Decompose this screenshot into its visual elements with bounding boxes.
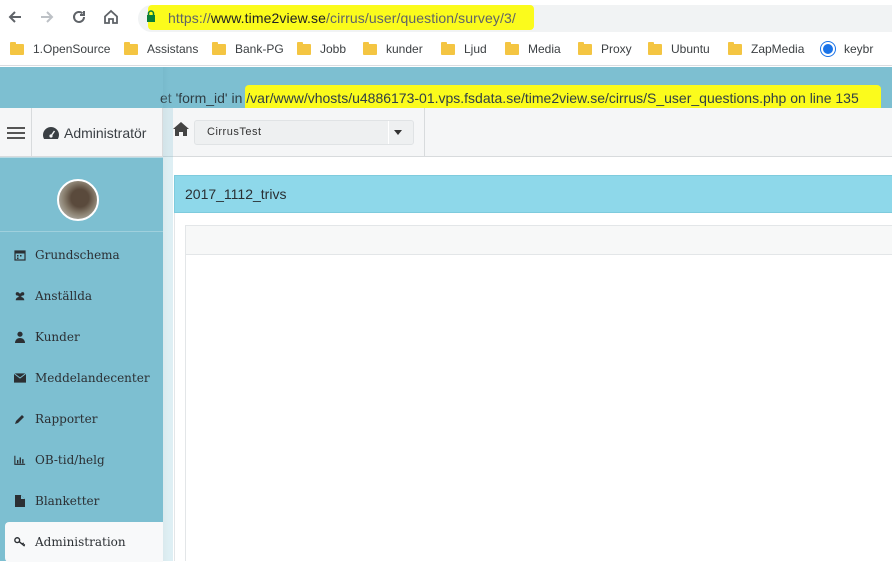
bookmark-keybr[interactable]: keybr (821, 42, 873, 56)
bookmark-jobb[interactable]: Jobb (297, 41, 347, 56)
bookmark-label: Ubuntu (671, 42, 710, 56)
user-icon (14, 331, 26, 343)
house-icon (104, 9, 118, 24)
folder-icon (728, 41, 742, 55)
php-error-message: et 'form_id' in /var/www/vhosts/u4886173… (160, 90, 859, 106)
bookmark-label: Proxy (601, 42, 632, 56)
pencil-icon (14, 413, 26, 425)
sidebar-top-strip (0, 67, 163, 108)
content-box-header (186, 226, 892, 255)
bar-chart-icon (14, 454, 26, 466)
key-icon (14, 536, 26, 548)
url-path: /cirrus/user/question/survey/3/ (326, 10, 516, 26)
folder-icon (505, 41, 519, 55)
bookmark-1-opensource[interactable]: 1.OpenSource (10, 41, 111, 56)
sidebar-item-label: Blanketter (35, 494, 100, 508)
folder-icon (441, 41, 455, 55)
home-icon (173, 122, 189, 136)
error-file-path: /var/www/vhosts/u4886173-01.vps.fsdata.s… (246, 90, 787, 106)
bookmark-ljud[interactable]: Ljud (441, 41, 487, 56)
bookmarks-bar: 1.OpenSource Assistans Bank-PG Jobb kund… (0, 35, 892, 66)
sidebar-separator (0, 157, 163, 169)
bookmark-label: Assistans (147, 42, 199, 56)
reload-button[interactable] (68, 6, 90, 28)
folder-icon (124, 41, 138, 55)
bookmark-kunder[interactable]: kunder (363, 41, 423, 56)
folder-icon (648, 41, 662, 55)
sidebar-item-label: Kunder (35, 330, 80, 344)
hamburger-icon (6, 126, 25, 139)
back-button[interactable] (4, 6, 26, 28)
bookmark-label: Jobb (320, 42, 347, 56)
company-select[interactable]: CirrusTest (194, 120, 414, 145)
sidebar-item-kunder[interactable]: Kunder (0, 317, 163, 357)
users-icon (14, 290, 26, 302)
sidebar-item-label: OB-tid/helg (35, 453, 105, 467)
bookmark-zapmedia[interactable]: ZapMedia (728, 41, 805, 56)
sidebar-item-label: Rapporter (35, 412, 98, 426)
bookmark-label: Media (528, 42, 561, 56)
home-button[interactable] (100, 6, 122, 28)
sidebar-item-label: Anställda (35, 289, 93, 303)
brand[interactable]: Administratör (32, 108, 163, 157)
sidebar-item-grundschema[interactable]: Grundschema (0, 235, 163, 275)
menu-toggle-button[interactable] (0, 108, 32, 157)
folder-icon (10, 41, 24, 55)
home-link[interactable] (172, 121, 190, 142)
folder-icon (363, 41, 377, 55)
forward-button[interactable] (36, 6, 58, 28)
select-divider (388, 121, 389, 144)
bookmark-assistans[interactable]: Assistans (124, 41, 199, 56)
envelope-icon (14, 372, 26, 384)
arrow-right-icon (41, 11, 54, 23)
bookmark-label: kunder (386, 42, 423, 56)
url-text[interactable]: https://www.time2view.se/cirrus/user/que… (168, 10, 516, 26)
sidebar-item-blanketter[interactable]: Blanketter (0, 481, 163, 521)
globe-icon (821, 42, 835, 56)
bookmark-label: Ljud (464, 42, 487, 56)
file-icon (14, 495, 26, 507)
lock-icon (147, 10, 155, 22)
calendar-icon (14, 249, 26, 261)
bookmark-label: ZapMedia (751, 42, 805, 56)
sidebar-item-anstallda[interactable]: Anställda (0, 276, 163, 316)
bookmark-label: 1.OpenSource (33, 42, 111, 56)
url-host: www.time2view.se (210, 10, 327, 26)
bookmark-proxy[interactable]: Proxy (578, 41, 632, 56)
folder-icon (578, 41, 592, 55)
sidebar-item-administration[interactable]: Administration (5, 522, 163, 562)
browser-toolbar: https://www.time2view.se/cirrus/user/que… (0, 0, 892, 35)
bookmark-label: Bank-PG (235, 42, 284, 56)
dashboard-icon (43, 126, 59, 139)
sidebar-item-label: Administration (35, 535, 126, 549)
bookmark-label: keybr (844, 42, 874, 56)
sidebar-item-label: Meddelandecenter (35, 371, 150, 385)
content-box (185, 225, 892, 561)
folder-icon (212, 41, 226, 55)
panel-header: 2017_1112_trivs (174, 175, 892, 213)
sidebar-item-rapporter[interactable]: Rapporter (0, 399, 163, 439)
panel-title: 2017_1112_trivs (185, 186, 287, 202)
bookmark-bank-pg[interactable]: Bank-PG (212, 41, 284, 56)
bookmark-media[interactable]: Media (505, 41, 561, 56)
sidebar-item-meddelandecenter[interactable]: Meddelandecenter (0, 358, 163, 398)
bookmark-ubuntu[interactable]: Ubuntu (648, 41, 710, 56)
sidebar-item-label: Grundschema (35, 248, 120, 262)
company-select-value: CirrusTest (207, 126, 262, 138)
url-scheme: https:// (168, 10, 211, 26)
chevron-down-icon (394, 130, 402, 135)
avatar[interactable] (57, 179, 99, 221)
error-line-number: 135 (835, 90, 859, 106)
reload-icon (73, 10, 85, 23)
sidebar-shadow (163, 67, 173, 561)
folder-icon (297, 41, 311, 55)
sidebar-item-ob-tid-helg[interactable]: OB-tid/helg (0, 440, 163, 480)
arrow-left-icon (8, 11, 21, 23)
sidebar-divider (0, 231, 163, 232)
error-middle: on line (786, 90, 836, 106)
brand-title: Administratör (64, 124, 147, 141)
header-divider (424, 108, 425, 157)
